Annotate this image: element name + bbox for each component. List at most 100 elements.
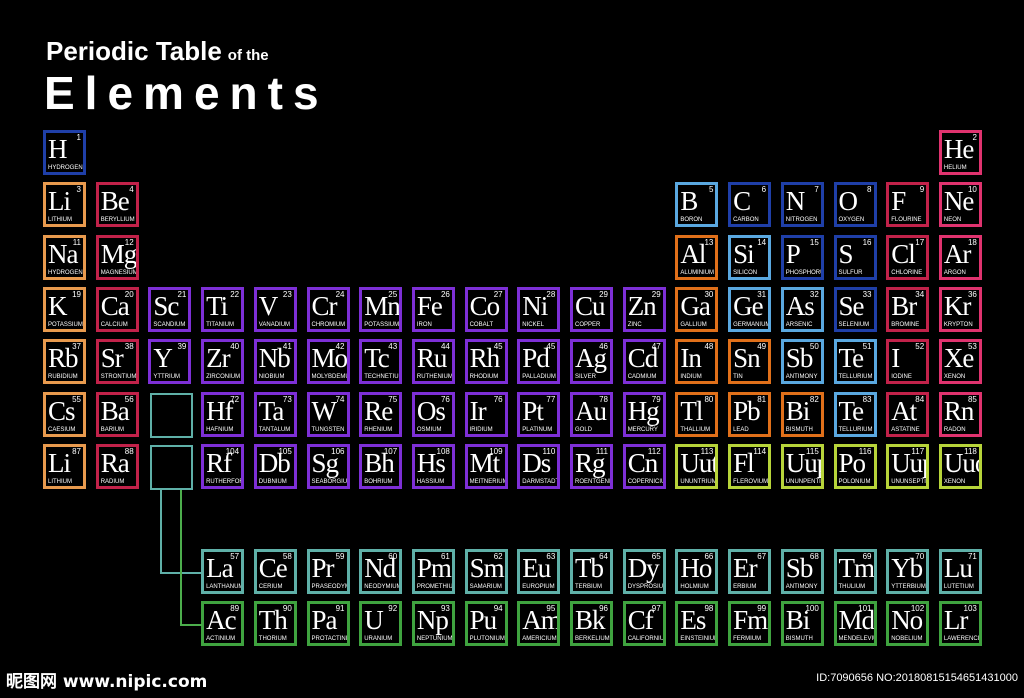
- element-number: 81: [757, 394, 767, 404]
- element-name: HOLMIUM: [680, 584, 709, 590]
- element-cell: Ge 31 GERMANIUM: [728, 286, 772, 332]
- element-number: 7: [814, 185, 819, 195]
- element-symbol: Cr: [311, 290, 338, 321]
- element-name: SEABORGIUM: [311, 478, 350, 485]
- element-cell: Zr 40 ZIRCONIUM: [201, 339, 245, 385]
- element-cell: Zn 29 ZINC: [622, 286, 666, 332]
- element-name: BORON: [680, 217, 703, 224]
- element-number: 72: [230, 394, 240, 404]
- element-cell: La 57 LANTHANUM: [201, 549, 245, 594]
- element-number: 43: [388, 342, 398, 352]
- element-cell: Cs 55 CAESIUM: [43, 391, 86, 437]
- element-cell: Lr103LAWERENCIUM: [938, 601, 982, 646]
- element-cell: Uuo118XENON: [938, 443, 982, 489]
- element-symbol: Cf: [627, 605, 654, 635]
- element-name: MAGNESIUM: [100, 269, 138, 276]
- element-number: 47: [651, 342, 661, 352]
- element-cell: Mt 109 MEITNERIUM: [464, 443, 508, 489]
- element-cell: Mn 25 POTASSIUM: [359, 286, 403, 332]
- element-name: COBALT: [469, 321, 494, 328]
- element-number: 9: [919, 185, 925, 195]
- element-number: 29: [599, 289, 608, 299]
- element-number: 44: [440, 342, 450, 352]
- element-symbol: Tc: [364, 343, 390, 374]
- element-name: PHOSPHORUS: [785, 269, 821, 276]
- element-cell: Uup115UNUNPENTIUM: [780, 443, 824, 489]
- element-name: RHODIUM: [469, 374, 499, 381]
- element-number: 31: [757, 289, 767, 299]
- element-symbol: Pd: [522, 343, 550, 374]
- element-number: 108: [436, 446, 450, 456]
- element-cell: Sg 106 SEABORGIUM: [306, 443, 350, 489]
- element-number: 77: [546, 394, 556, 404]
- watermark-id: ID:7090656 NO:20180815154651431000: [816, 672, 1018, 684]
- element-name: THORIUM: [258, 636, 287, 642]
- element-number: 98: [704, 604, 714, 613]
- element-name: CHROMIUM: [311, 321, 346, 328]
- element-cell: Al 13 ALUMINIUM: [675, 234, 719, 280]
- element-number: 114: [753, 446, 767, 456]
- element-name: LANTHANUM: [206, 584, 244, 590]
- element-number: 106: [331, 446, 345, 456]
- element-name: TERBIUM: [575, 584, 602, 590]
- element-cell: Uup117UNUNSEPTIUM: [886, 443, 930, 489]
- element-number: 91: [335, 604, 345, 613]
- element-symbol: At: [891, 395, 917, 426]
- element-name: POTASSIUM: [364, 321, 400, 328]
- element-number: 78: [599, 394, 608, 404]
- element-number: 22: [230, 289, 240, 299]
- element-number: 21: [177, 289, 187, 299]
- element-symbol: S: [838, 238, 854, 269]
- element-symbol: Sb: [785, 553, 814, 583]
- element-cell: Sc 21 SCANDIUM: [148, 286, 192, 332]
- element-name: MERCURY: [627, 426, 658, 433]
- element-cell: Ta 73 TANTALUM: [253, 391, 297, 437]
- element-cell: Cl 17 CHLORINE: [886, 234, 930, 280]
- element-cell: Bi 100 BISMUTH: [780, 601, 824, 646]
- element-number: 109: [489, 446, 503, 456]
- element-number: 96: [599, 604, 608, 613]
- element-cell: Rf104RUTHERFORDIUM: [201, 443, 245, 489]
- title-periodic-table: Periodic Table: [46, 36, 222, 66]
- element-number: 13: [704, 237, 714, 247]
- element-number: 70: [915, 552, 925, 561]
- element-name: TUNGSTEN: [311, 426, 345, 433]
- element-name: BROMINE: [891, 321, 920, 328]
- element-name: SELENIUM: [838, 321, 870, 328]
- element-number: 20: [124, 289, 134, 299]
- element-name: ZIRCONIUM: [206, 374, 241, 381]
- element-cell: Pd 45 PALLADIUM: [517, 339, 561, 385]
- element-symbol: N: [785, 186, 805, 217]
- element-symbol: Pt: [522, 395, 544, 426]
- element-cell: Nd 60 NEODYMIUM: [359, 549, 403, 594]
- element-number: 42: [335, 342, 345, 352]
- element-cell: S 16 SULFUR: [833, 234, 877, 280]
- element-name: URANIUM: [364, 636, 393, 642]
- element-name: DYSPROSIUM: [627, 584, 666, 590]
- element-cell: Hs 108 HASSIUM: [411, 443, 455, 489]
- element-cell: No 102 NOBELIUM: [886, 601, 930, 646]
- element-number: 5: [708, 185, 714, 195]
- element-name: RADIUM: [100, 478, 125, 485]
- lanthanide-placeholder: [150, 393, 193, 438]
- element-name: MOLYBDEMUM: [311, 374, 350, 381]
- element-symbol: La: [206, 553, 234, 583]
- element-name: BISMUTH: [785, 636, 813, 642]
- element-name: TANTALUM: [258, 426, 291, 433]
- element-number: 85: [967, 394, 977, 404]
- element-symbol: Tl: [680, 395, 703, 426]
- element-name: ANTIMONY: [785, 374, 818, 381]
- element-symbol: Sb: [785, 343, 814, 374]
- element-name: OXYGEN: [838, 217, 865, 224]
- element-name: COPERNICIUM: [627, 478, 666, 485]
- element-number: 92: [388, 604, 398, 613]
- element-number: 99: [757, 604, 767, 613]
- element-symbol: Al: [680, 238, 706, 269]
- element-symbol: Ta: [258, 395, 285, 426]
- element-cell: Ca 20 CALCIUM: [95, 286, 139, 332]
- element-number: 41: [282, 342, 292, 352]
- element-name: THULIUM: [838, 584, 866, 590]
- element-cell: Am 95 AMERICIUM: [517, 601, 561, 646]
- element-cell: Bk 96 BERKELIUM: [570, 601, 613, 646]
- element-cell: Cr 24 CHROMIUM: [306, 286, 350, 332]
